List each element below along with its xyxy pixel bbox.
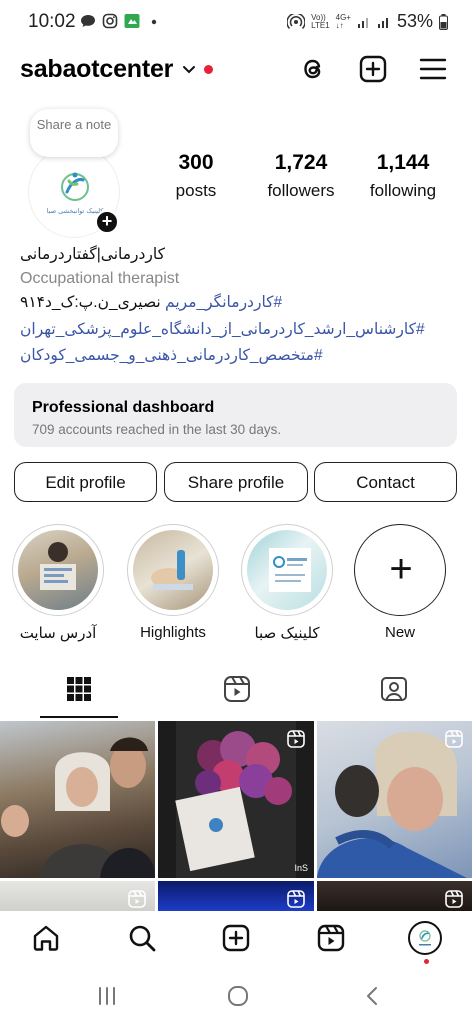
bio-line-1-text: نصیری_ن.پ:ک_د۹۱۴ xyxy=(20,294,166,311)
post-caption-text: InS xyxy=(294,863,308,873)
following-count: 1,144 xyxy=(376,151,430,174)
bio-name: کاردرمانی|گفتاردرمانی xyxy=(20,246,166,263)
note-text: Share a note xyxy=(36,117,112,132)
status-bar: 10:02 Vo)) LTE1 4G+ ↓↑ 53% xyxy=(0,0,472,44)
app-notification-icon xyxy=(124,14,140,28)
add-square-icon[interactable] xyxy=(358,54,388,84)
threads-icon[interactable] xyxy=(298,54,328,84)
battery-icon xyxy=(439,13,448,30)
highlight-label: کلینیک صبا xyxy=(254,625,320,642)
reel-indicator-icon xyxy=(287,730,305,748)
notification-dot xyxy=(424,959,429,964)
signal-1-icon xyxy=(357,17,368,28)
plus-icon: + xyxy=(389,547,413,591)
back-icon[interactable] xyxy=(361,984,385,1008)
profile-header: sabaotcenter xyxy=(0,50,472,92)
highlight-label: Highlights xyxy=(140,624,206,641)
followers-count: 1,724 xyxy=(274,151,328,174)
highlight-label: New xyxy=(384,624,415,641)
highlight-item[interactable]: کلینیک صبا xyxy=(239,524,335,642)
stat-posts[interactable]: 300 posts xyxy=(165,151,227,201)
battery-percent: 53% xyxy=(396,11,433,31)
reel-indicator-icon xyxy=(445,890,463,908)
highlight-item[interactable]: Highlights xyxy=(125,524,221,641)
post-thumbnail[interactable] xyxy=(317,881,472,911)
content-tabs xyxy=(0,668,472,718)
system-navigation xyxy=(0,967,472,1024)
network-gen-indicator: 4G+ ↓↑ xyxy=(335,12,351,30)
posts-label: posts xyxy=(175,181,217,200)
professional-dashboard[interactable]: Professional dashboard 709 accounts reac… xyxy=(14,383,457,447)
status-notification-icons xyxy=(80,13,162,29)
recent-apps-icon[interactable] xyxy=(95,984,119,1008)
add-story-icon[interactable]: + xyxy=(95,210,119,234)
search-icon[interactable] xyxy=(127,923,157,953)
signal-2-icon xyxy=(377,17,388,28)
profile-avatar[interactable] xyxy=(408,921,442,955)
stat-followers[interactable]: 1,724 followers xyxy=(258,151,344,201)
volte-indicator: Vo)) LTE1 xyxy=(311,12,330,30)
bio-category: Occupational therapist xyxy=(20,270,180,287)
highlight-cover xyxy=(12,524,104,616)
edit-profile-button[interactable]: Edit profile xyxy=(14,462,157,502)
share-profile-button[interactable]: Share profile xyxy=(164,462,308,502)
svg-text:کلینیک توانبخشی صبا: کلینیک توانبخشی صبا xyxy=(47,207,105,215)
bio-line-1: #کاردرمانگر_مریم نصیری_ن.پ:ک_د۹۱۴ xyxy=(20,293,460,312)
add-icon[interactable] xyxy=(221,923,251,953)
grid-icon[interactable] xyxy=(64,674,94,704)
new-highlight-button[interactable]: + New xyxy=(352,524,448,641)
username[interactable]: sabaotcenter xyxy=(20,55,173,84)
clinic-logo-small xyxy=(419,930,431,946)
status-time: 10:02 xyxy=(28,11,76,32)
active-tab-indicator xyxy=(40,716,118,718)
post-thumbnail[interactable] xyxy=(0,881,155,911)
chat-bubble-icon xyxy=(81,15,95,27)
highlight-item[interactable]: آدرس سایت xyxy=(10,524,106,642)
notification-dot xyxy=(204,65,213,74)
contact-button[interactable]: Contact xyxy=(314,462,457,502)
post-thumbnail[interactable] xyxy=(0,721,155,878)
new-highlight-circle: + xyxy=(354,524,446,616)
hotspot-icon xyxy=(287,13,306,29)
reel-indicator-icon xyxy=(128,890,146,908)
dashboard-title: Professional dashboard xyxy=(32,399,215,416)
post-thumbnail[interactable] xyxy=(158,881,314,911)
reels-icon[interactable] xyxy=(222,674,252,704)
reels-icon[interactable] xyxy=(316,923,346,953)
status-right: Vo)) LTE1 4G+ ↓↑ 53% xyxy=(287,11,448,32)
reel-indicator-icon xyxy=(287,890,305,908)
dashboard-subtitle: 709 accounts reached in the last 30 days… xyxy=(32,422,282,437)
highlight-label: آدرس سایت xyxy=(19,625,97,642)
posts-count: 300 xyxy=(178,151,214,174)
following-label: following xyxy=(369,181,437,200)
post-thumbnail[interactable]: InS xyxy=(158,721,314,878)
more-dot-icon xyxy=(151,19,157,25)
reel-indicator-icon xyxy=(445,730,463,748)
note-bubble[interactable]: Share a note xyxy=(30,109,118,157)
bio-hashtag-1[interactable]: #کاردرمانگر_مریم xyxy=(165,294,282,311)
hamburger-menu-icon[interactable] xyxy=(418,54,448,84)
highlight-cover xyxy=(127,524,219,616)
bio-hashtag-2[interactable]: #کارشناس_ارشد_کاردرمانی_از_دانشگاه_علوم_… xyxy=(20,320,460,339)
followers-label: followers xyxy=(267,181,335,200)
bio-hashtag-3[interactable]: #متخصص_کاردرمانی_ذهنی_و_جسمی_کودکان xyxy=(20,346,460,365)
chevron-down-icon[interactable] xyxy=(181,62,197,78)
stat-following[interactable]: 1,144 following xyxy=(362,151,444,201)
instagram-icon xyxy=(102,13,118,29)
highlight-cover xyxy=(241,524,333,616)
home-circle-icon[interactable] xyxy=(226,984,250,1008)
bottom-navigation xyxy=(0,911,472,967)
tagged-icon[interactable] xyxy=(379,674,409,704)
post-thumbnail[interactable] xyxy=(317,721,472,878)
home-icon[interactable] xyxy=(31,923,61,953)
